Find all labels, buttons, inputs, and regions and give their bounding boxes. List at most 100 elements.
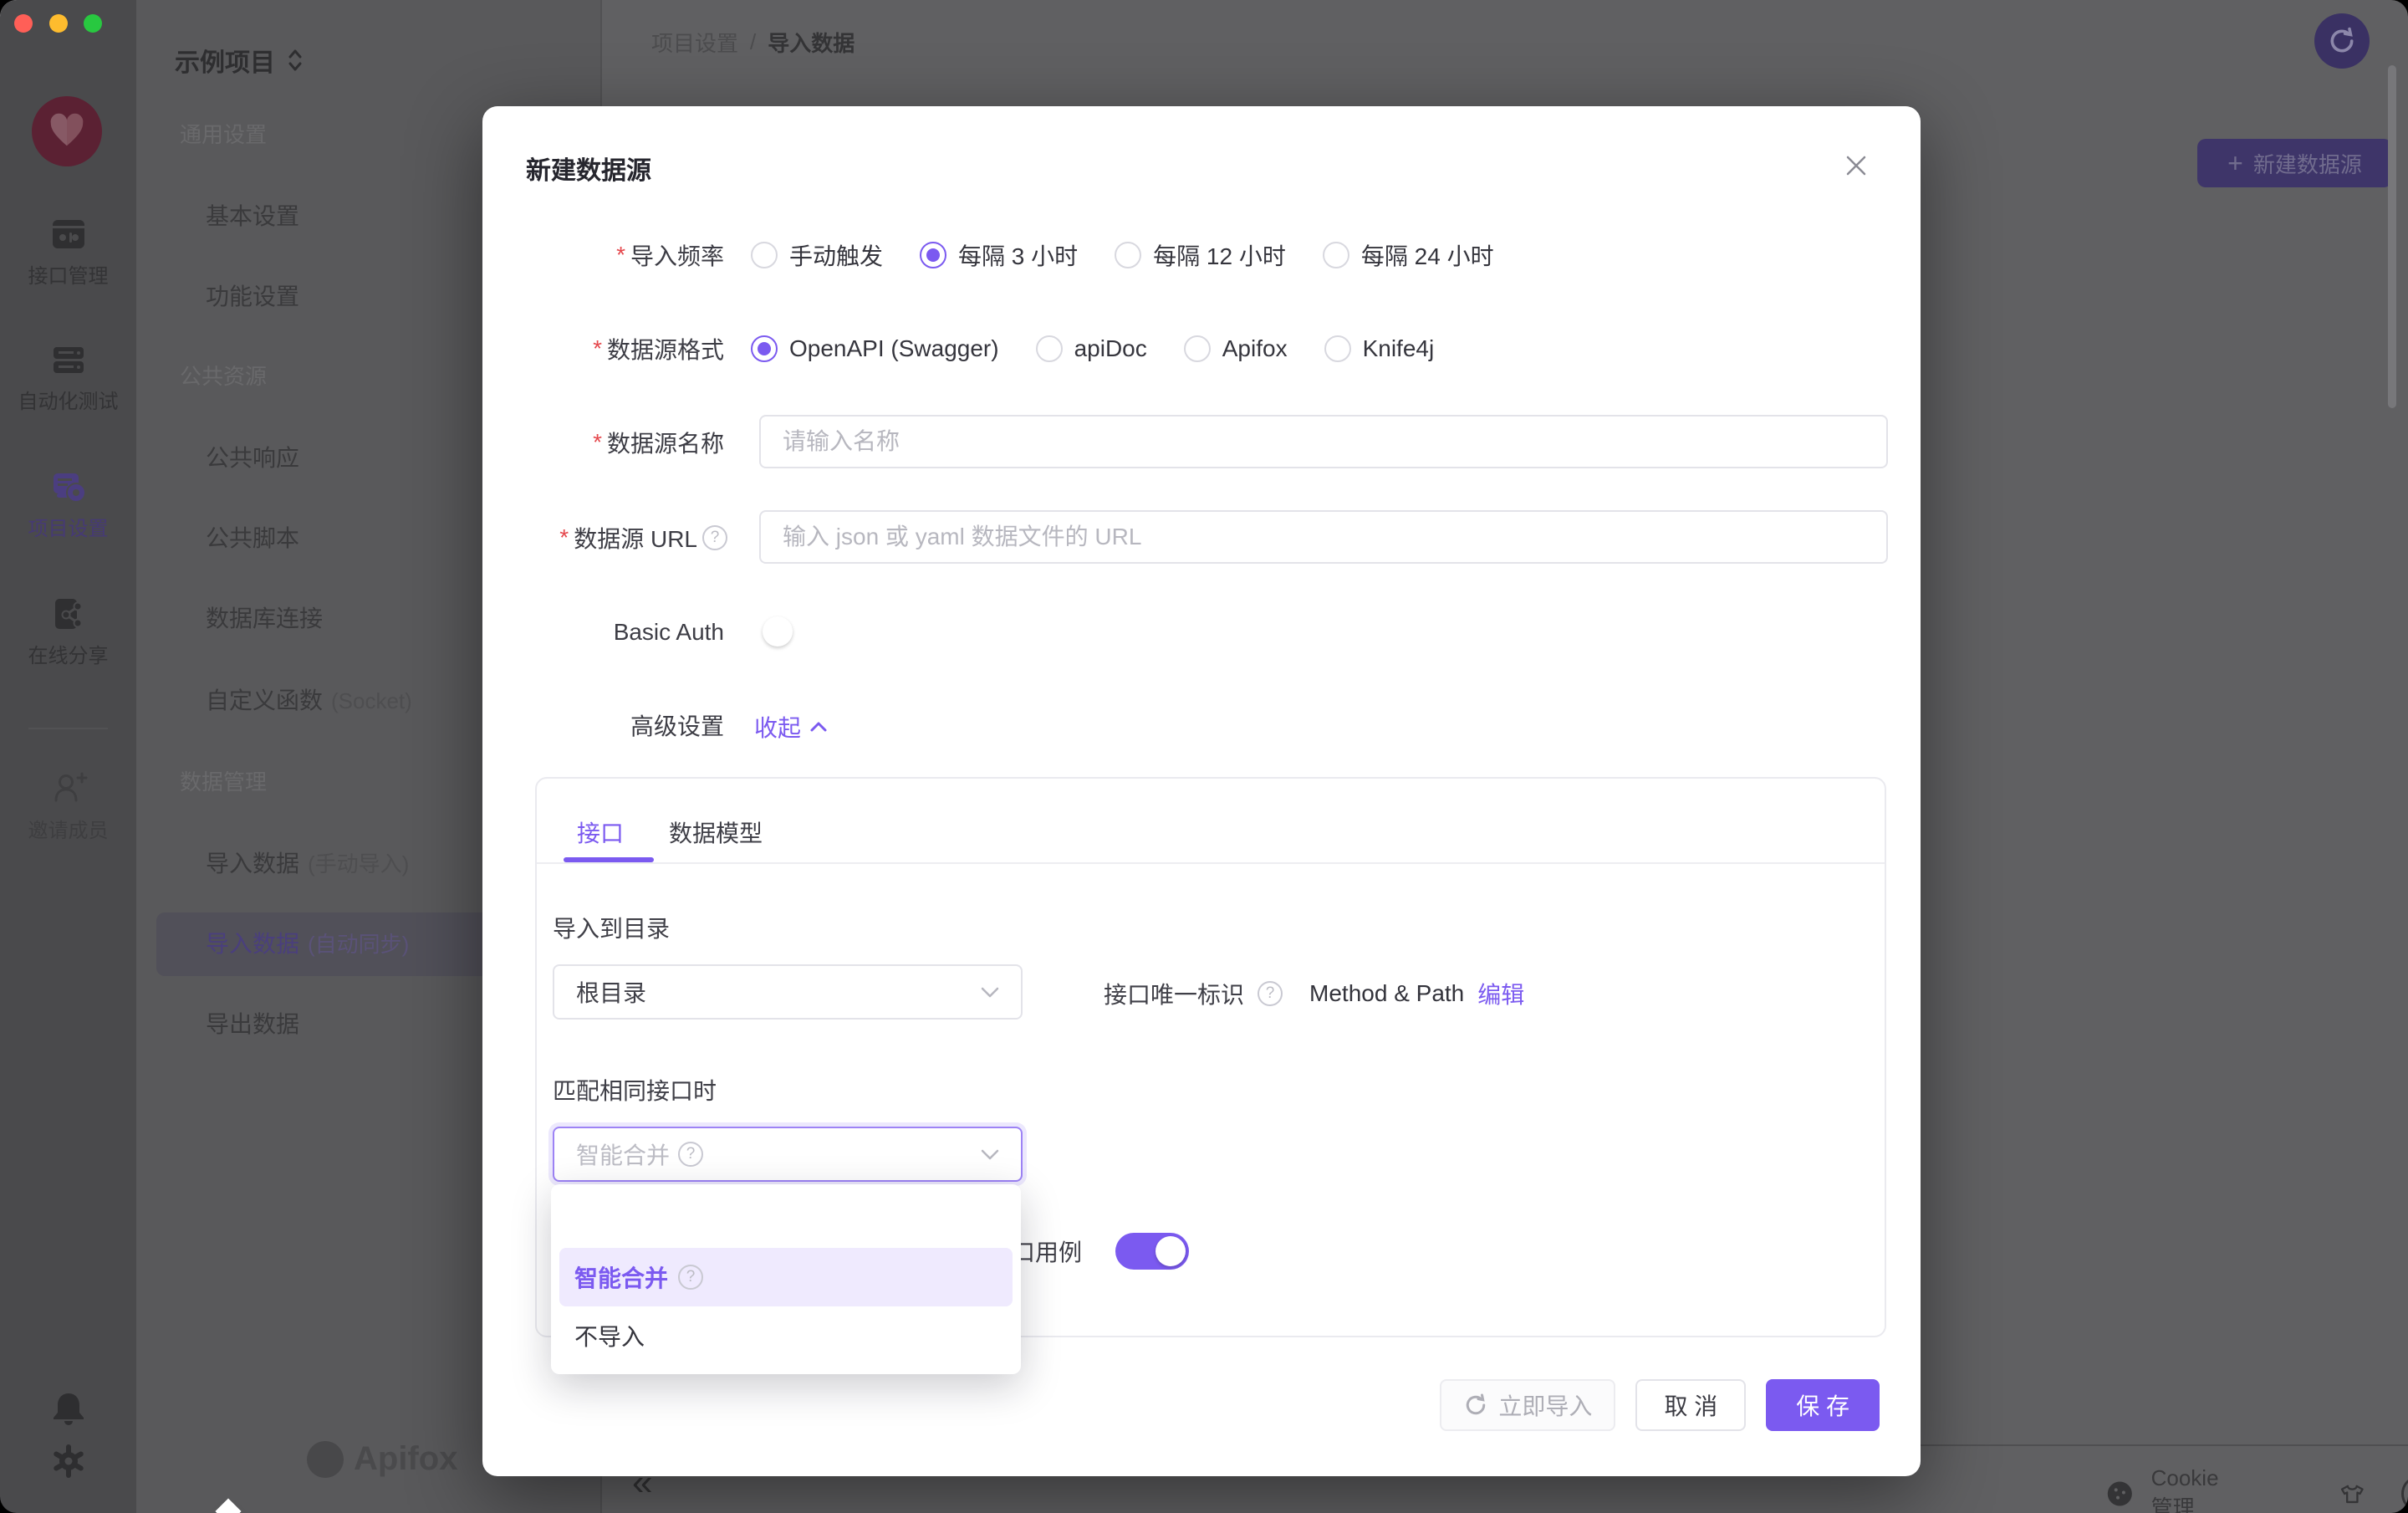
menu-item-feature-settings[interactable]: 功能设置: [206, 265, 299, 329]
traffic-zoom-button[interactable]: [84, 14, 102, 33]
menu-item-export-data[interactable]: 导出数据: [206, 993, 299, 1056]
url-help-icon[interactable]: ?: [702, 525, 727, 550]
menu-section-general: 通用设置: [180, 118, 267, 151]
radio-option-openapi[interactable]: OpenAPI (Swagger): [751, 335, 999, 362]
menu-item-shared-responses[interactable]: 公共响应: [206, 427, 299, 490]
directory-select[interactable]: 根目录: [553, 964, 1023, 1020]
sidebar-item-automated-testing[interactable]: 自动化测试: [0, 340, 136, 414]
sidebar-item-label: 接口管理: [0, 259, 136, 289]
edit-link[interactable]: 编辑: [1477, 977, 1524, 1010]
radio-icon: [1115, 242, 1141, 268]
breadcrumb-parent[interactable]: 项目设置: [651, 27, 738, 58]
app-logo[interactable]: [32, 96, 102, 166]
option-help-icon: ?: [678, 1265, 703, 1290]
radio-icon: [1036, 335, 1063, 362]
app-root: 接口管理 自动化测试 项目设置: [0, 0, 2408, 1513]
match-select-dropdown: 智能合并 ? 不导入: [551, 1184, 1021, 1374]
cancel-button[interactable]: 取 消: [1635, 1379, 1746, 1431]
bell-icon: [48, 1388, 89, 1429]
rail-divider: [28, 728, 108, 729]
heart-icon: [48, 112, 86, 151]
basic-auth-label: Basic Auth: [614, 617, 724, 647]
radio-icon: [751, 242, 778, 268]
breadcrumb-current: 导入数据: [768, 27, 855, 58]
cookie-icon[interactable]: [2107, 1477, 2133, 1510]
menu-item-custom-functions[interactable]: 自定义函数(Socket): [206, 669, 412, 733]
required-asterisk: *: [616, 242, 625, 268]
dropdown-option-smart-merge[interactable]: 智能合并 ?: [559, 1248, 1013, 1306]
menu-item-database-connections[interactable]: 数据库连接: [206, 587, 323, 651]
tab-data-models[interactable]: 数据模型: [669, 815, 763, 849]
brand-name: Apifox: [354, 1440, 457, 1478]
statusbar: Cookie 管理 ?: [2107, 1465, 2408, 1513]
radio-option-apidoc[interactable]: apiDoc: [1036, 335, 1147, 362]
collapse-advanced-link[interactable]: 收起: [754, 710, 828, 744]
save-button[interactable]: 保 存: [1766, 1379, 1880, 1431]
radio-icon: [1324, 335, 1351, 362]
radio-option-every-12h[interactable]: 每隔 12 小时: [1115, 238, 1286, 272]
radio-option-apifox[interactable]: Apifox: [1184, 335, 1288, 362]
import-directory-label: 导入到目录: [553, 911, 670, 944]
menu-section-data-management: 数据管理: [180, 765, 267, 799]
radio-icon: [1184, 335, 1211, 362]
sync-floating-button[interactable]: [2314, 13, 2370, 69]
project-switcher[interactable]: 示例项目: [175, 42, 304, 79]
url-input[interactable]: [759, 510, 1888, 564]
refresh-icon: [1463, 1393, 1488, 1418]
chevron-up-icon: [809, 721, 828, 733]
unique-id-help-icon[interactable]: ?: [1258, 981, 1283, 1006]
radio-option-manual[interactable]: 手动触发: [751, 238, 883, 272]
close-icon[interactable]: [1844, 153, 1869, 178]
modal-footer: 立即导入 取 消 保 存: [1440, 1379, 1880, 1431]
scrollbar-thumb[interactable]: [2388, 65, 2396, 408]
icon-rail: 接口管理 自动化测试 项目设置: [0, 0, 136, 1513]
invite-member-icon: [48, 769, 89, 809]
traffic-close-button[interactable]: [14, 14, 33, 33]
radio-icon-checked: [920, 242, 946, 268]
api-management-icon: [48, 214, 89, 254]
notifications-button[interactable]: [48, 1388, 89, 1429]
frequency-radio-group: 手动触发 每隔 3 小时 每隔 12 小时 每隔 24 小时: [751, 240, 1494, 270]
unique-id-label: 接口唯一标识: [1104, 977, 1244, 1010]
help-button[interactable]: ?: [2401, 1478, 2408, 1510]
traffic-minimize-button[interactable]: [49, 14, 68, 33]
sidebar-item-online-share[interactable]: 在线分享: [0, 594, 136, 668]
import-now-button[interactable]: 立即导入: [1440, 1379, 1615, 1431]
refresh-icon: [2327, 26, 2357, 56]
dropdown-option-no-import[interactable]: 不导入: [559, 1306, 1013, 1365]
match-label: 匹配相同接口时: [553, 1073, 717, 1107]
brand-logo-icon: [307, 1441, 344, 1478]
new-datasource-button[interactable]: + 新建数据源: [2197, 139, 2392, 187]
radio-option-every-3h[interactable]: 每隔 3 小时: [920, 238, 1078, 272]
menu-item-import-data-auto-sync[interactable]: 导入数据(自动同步): [206, 912, 409, 976]
cookie-manager-label[interactable]: Cookie 管理: [2151, 1465, 2241, 1513]
menu-section-shared-resources: 公共资源: [180, 360, 267, 393]
sidebar-item-label: 项目设置: [0, 512, 136, 541]
modal-title: 新建数据源: [526, 150, 651, 187]
theme-tshirt-icon[interactable]: [2339, 1477, 2365, 1510]
endpoint-case-toggle[interactable]: [1115, 1233, 1189, 1270]
format-label: * 数据源格式: [593, 334, 724, 364]
frequency-label: * 导入频率: [616, 240, 724, 270]
unique-id-value: Method & Path: [1309, 980, 1464, 1007]
menu-item-shared-scripts[interactable]: 公共脚本: [206, 507, 299, 570]
plus-icon: +: [2227, 150, 2243, 176]
settings-button[interactable]: [48, 1441, 89, 1481]
sidebar-item-project-settings[interactable]: 项目设置: [0, 467, 136, 541]
brand-watermark: Apifox: [307, 1440, 457, 1478]
match-select[interactable]: 智能合并 ?: [553, 1127, 1023, 1182]
match-help-icon: ?: [678, 1142, 703, 1167]
sidebar-item-api-management[interactable]: 接口管理: [0, 214, 136, 289]
breadcrumb-separator: /: [750, 29, 756, 55]
menu-item-basic-settings[interactable]: 基本设置: [206, 185, 299, 248]
menu-item-import-data-manual[interactable]: 导入数据(手动导入): [206, 832, 409, 896]
name-input[interactable]: [759, 415, 1888, 468]
invite-members-button[interactable]: 邀请成员: [0, 769, 136, 843]
endpoint-unique-id-row: 接口唯一标识 ? Method & Path 编辑: [1104, 977, 1524, 1010]
breadcrumb: 项目设置 / 导入数据: [651, 27, 855, 58]
required-asterisk: *: [593, 335, 602, 362]
tab-endpoints[interactable]: 接口: [577, 815, 624, 849]
radio-option-knife4j[interactable]: Knife4j: [1324, 335, 1435, 362]
automated-testing-icon: [48, 340, 89, 380]
radio-option-every-24h[interactable]: 每隔 24 小时: [1323, 238, 1494, 272]
